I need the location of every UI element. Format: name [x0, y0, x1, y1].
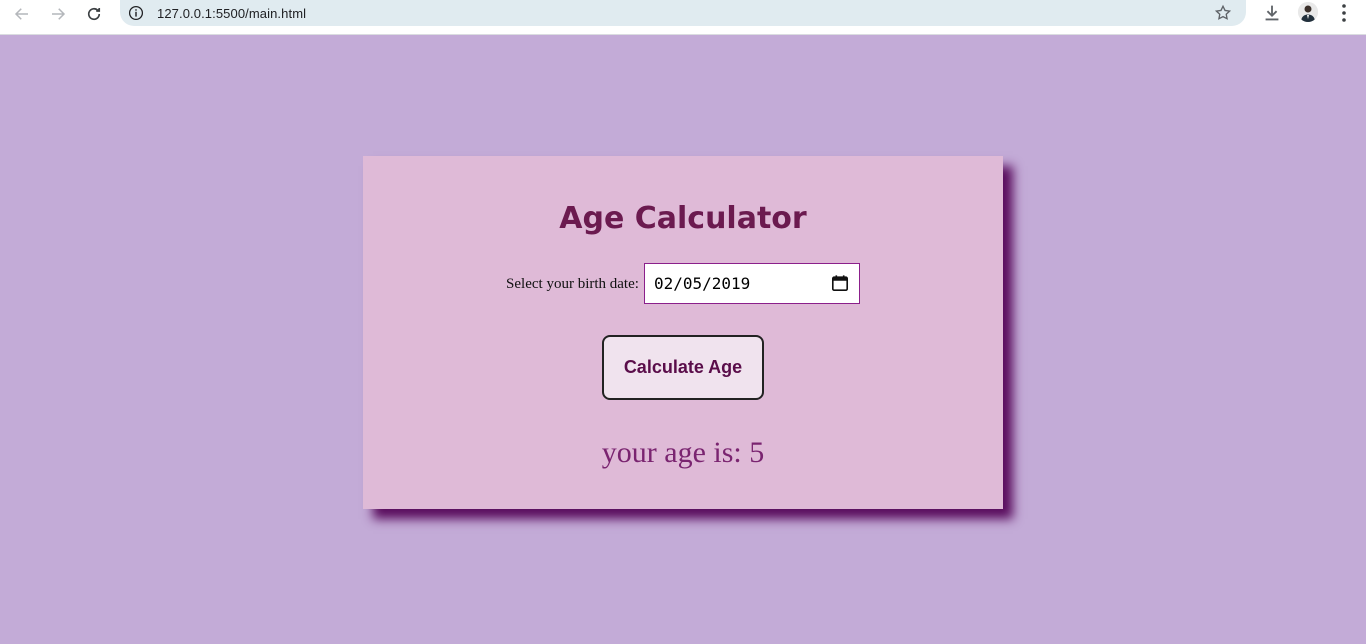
profile-avatar[interactable]	[1298, 2, 1318, 22]
back-arrow-icon	[14, 8, 28, 20]
kebab-menu-icon[interactable]	[1334, 2, 1354, 24]
page-background: Age Calculator Select your birth date: 0…	[0, 35, 1366, 644]
address-bar[interactable]: 127.0.0.1:5500/main.html	[120, 0, 1246, 26]
browser-toolbar: 127.0.0.1:5500/main.html	[0, 0, 1366, 35]
back-button[interactable]	[10, 2, 34, 26]
birth-date-row: Select your birth date: 02/05/2019	[363, 262, 1003, 304]
calculate-age-button[interactable]: Calculate Age	[602, 335, 764, 400]
star-icon[interactable]	[1214, 4, 1232, 22]
reload-button[interactable]	[82, 2, 106, 26]
age-calculator-card: Age Calculator Select your birth date: 0…	[363, 156, 1003, 509]
forward-arrow-icon	[52, 8, 66, 20]
forward-button[interactable]	[46, 2, 70, 26]
page-title: Age Calculator	[559, 201, 807, 236]
download-icon[interactable]	[1261, 2, 1283, 24]
info-icon[interactable]	[128, 5, 144, 21]
reload-icon	[87, 7, 101, 21]
age-result-text: your age is: 5	[601, 436, 765, 469]
birth-date-label: Select your birth date:	[506, 275, 639, 292]
birth-date-input[interactable]: 02/05/2019	[643, 262, 860, 304]
url-text[interactable]: 127.0.0.1:5500/main.html	[157, 6, 306, 21]
birth-date-value[interactable]: 02/05/2019	[654, 274, 750, 293]
calendar-icon[interactable]	[831, 274, 849, 292]
